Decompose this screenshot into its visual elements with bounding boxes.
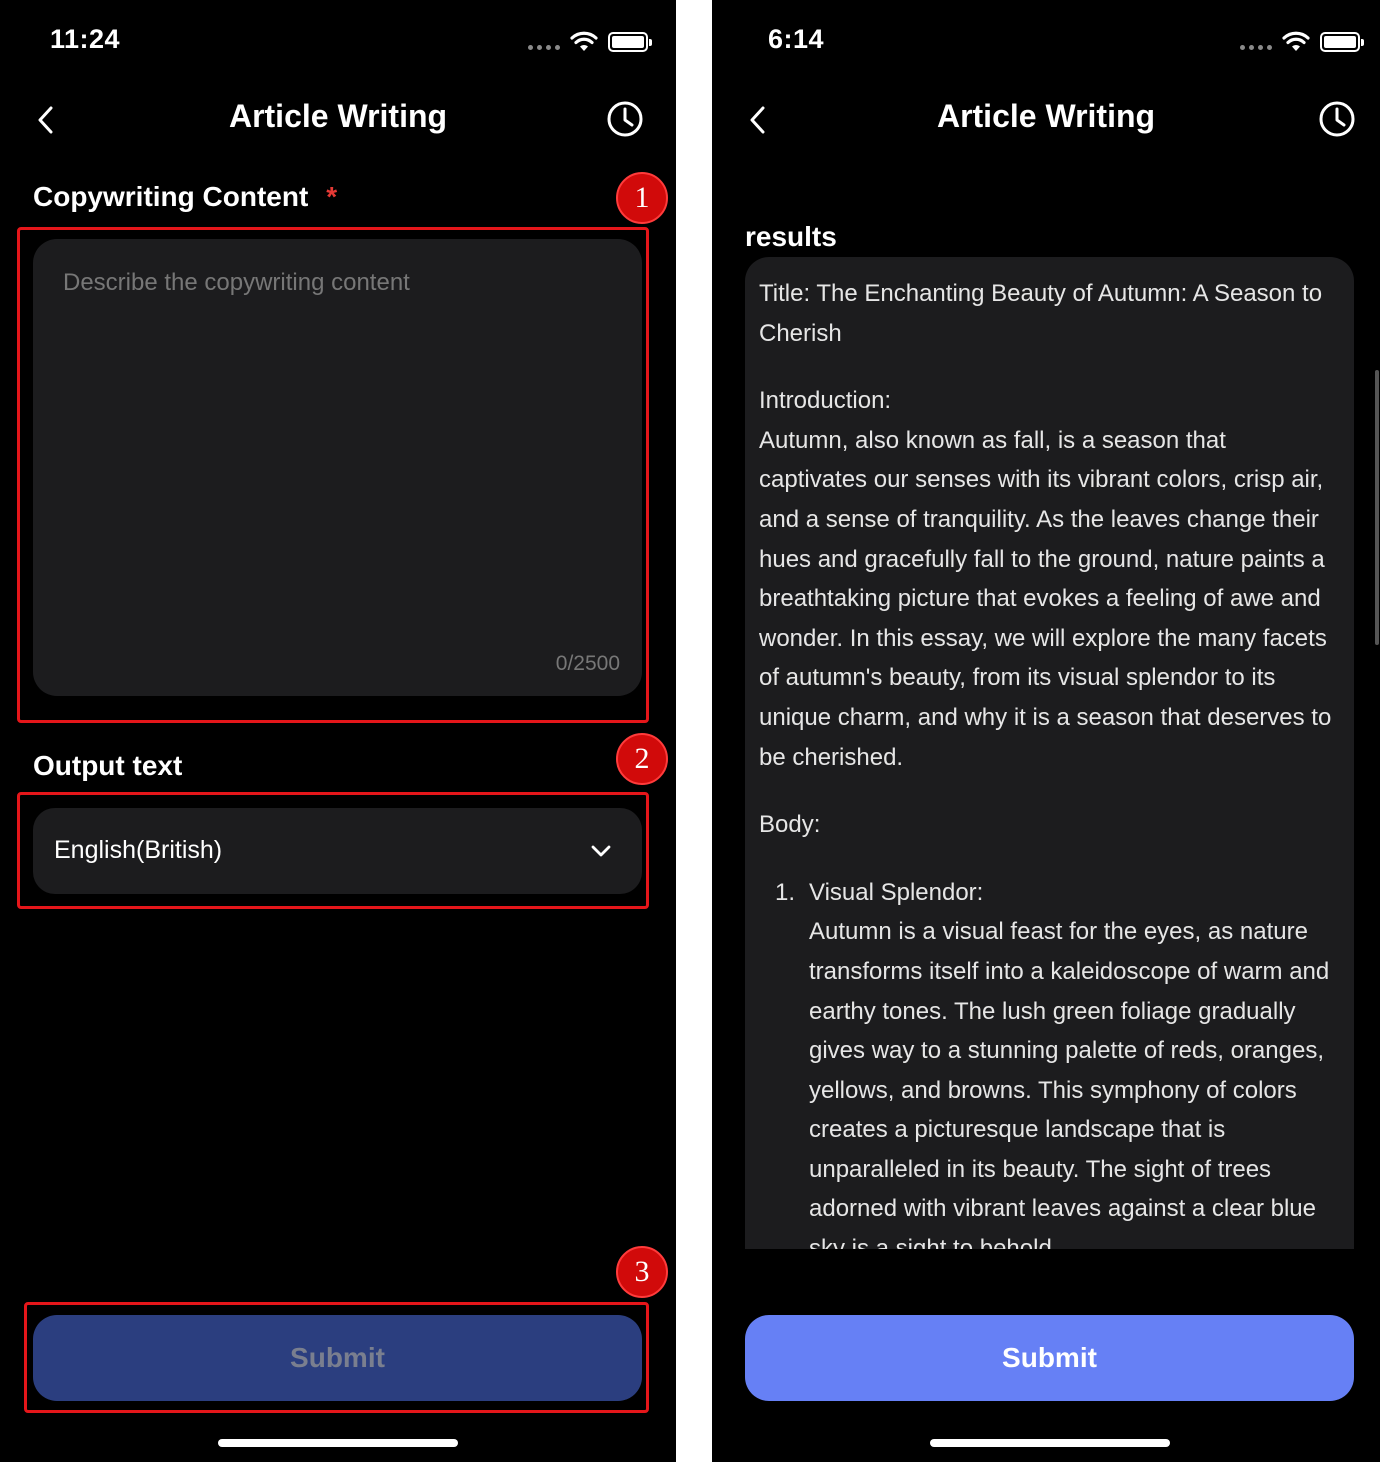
results-text-panel[interactable]: Title: The Enchanting Beauty of Autumn: … bbox=[745, 257, 1354, 1249]
status-time: 6:14 bbox=[768, 24, 825, 54]
status-icons bbox=[528, 30, 652, 54]
result-introduction: Introduction: Autumn, also known as fall… bbox=[759, 381, 1340, 777]
history-clock-icon[interactable] bbox=[1317, 99, 1357, 139]
scrollbar[interactable] bbox=[1375, 370, 1379, 645]
results-label: results bbox=[745, 221, 837, 252]
body-heading: Body: bbox=[759, 811, 821, 839]
result-title: Title: The Enchanting Beauty of Autumn: … bbox=[759, 280, 1323, 347]
copywriting-content-label-text: Copywriting Content bbox=[33, 181, 309, 212]
copywriting-content-textarea[interactable]: Describe the copywriting content 0/2500 bbox=[33, 239, 642, 696]
home-indicator bbox=[218, 1439, 458, 1447]
list-item-heading: Visual Splendor: bbox=[809, 878, 984, 906]
character-counter: 0/2500 bbox=[555, 652, 620, 675]
submit-button-disabled[interactable]: Submit bbox=[33, 1315, 642, 1401]
submit-button[interactable]: Submit bbox=[745, 1315, 1354, 1401]
battery-icon bbox=[608, 32, 652, 52]
page-title: Article Writing bbox=[936, 98, 1156, 134]
required-mark: * bbox=[326, 181, 338, 212]
left-phone-screen: 11:24 Article Writing Copywriting Conten… bbox=[0, 0, 676, 1462]
home-indicator bbox=[930, 1439, 1170, 1447]
status-time: 11:24 bbox=[50, 24, 121, 54]
cellular-signal-icon bbox=[528, 44, 560, 50]
cellular-signal-icon bbox=[1240, 44, 1272, 50]
status-icons bbox=[1240, 30, 1364, 54]
callout-badge-1: 1 bbox=[616, 172, 668, 224]
list-item-number: 1. bbox=[775, 878, 796, 906]
output-text-label: Output text bbox=[33, 750, 183, 781]
copywriting-content-label: Copywriting Content * bbox=[33, 181, 337, 213]
callout-badge-2: 2 bbox=[616, 733, 668, 785]
list-item: 1. Visual Splendor: Autumn is a visual f… bbox=[759, 873, 1340, 1249]
intro-text: Autumn, also known as fall, is a season … bbox=[759, 426, 1332, 771]
history-clock-icon[interactable] bbox=[605, 99, 645, 139]
page-title: Article Writing bbox=[228, 98, 448, 134]
wifi-icon bbox=[570, 31, 598, 51]
chevron-down-icon bbox=[591, 845, 611, 857]
battery-icon bbox=[1320, 32, 1364, 52]
wifi-icon bbox=[1282, 31, 1310, 51]
textarea-placeholder: Describe the copywriting content bbox=[63, 269, 410, 296]
selected-language: English(British) bbox=[54, 836, 223, 864]
list-item-text: Autumn is a visual feast for the eyes, a… bbox=[809, 918, 1330, 1249]
intro-heading: Introduction: bbox=[759, 387, 892, 415]
callout-badge-3: 3 bbox=[616, 1246, 668, 1298]
output-language-select[interactable]: English(British) bbox=[33, 808, 642, 894]
result-list: 1. Visual Splendor: Autumn is a visual f… bbox=[759, 873, 1340, 1249]
right-phone-screen: 6:14 Article Writing results Title: The … bbox=[712, 0, 1380, 1462]
